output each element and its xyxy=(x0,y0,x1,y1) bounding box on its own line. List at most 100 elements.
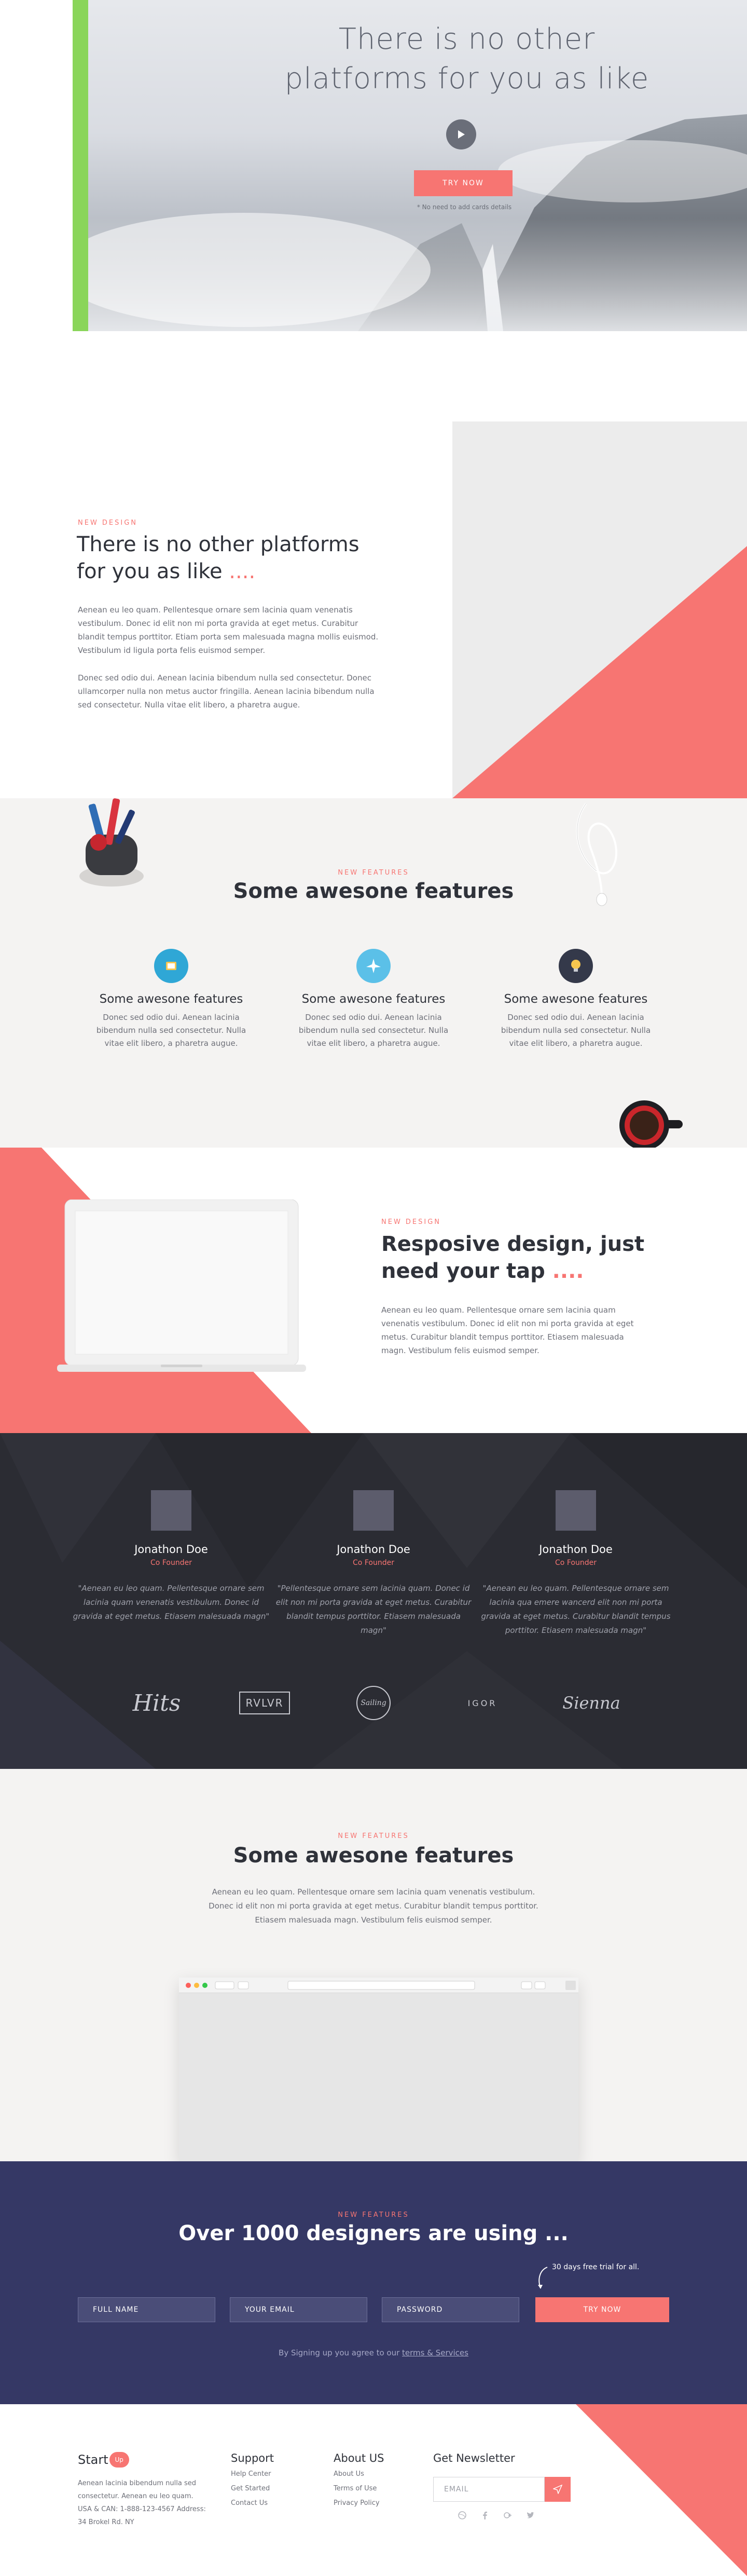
intro-graphic-panel xyxy=(452,421,747,798)
member-name: Jonathon Doe xyxy=(539,1543,613,1556)
footer-brand-logo[interactable]: Start Up xyxy=(78,2452,129,2468)
about-heading: About US xyxy=(334,2452,384,2464)
lightbulb-icon xyxy=(559,949,593,983)
hero-title: There is no other platforms for you as l… xyxy=(233,20,700,99)
avatar xyxy=(353,1490,394,1531)
team-section: Jonathon Doe Co Founder "Aenean eu leo q… xyxy=(0,1433,747,1769)
feature-name: Some awesone features xyxy=(504,992,648,1006)
password-field[interactable] xyxy=(382,2297,519,2322)
footer-section: Start Up Aenean lacinia bibendum nulla s… xyxy=(0,2404,747,2576)
responsive-section: NEW DESIGN Resposive design, just need y… xyxy=(0,1148,747,1433)
feature-desc: Donec sed odio dui. Aenean lacinia biben… xyxy=(96,1013,246,1048)
hero-accent-bar xyxy=(73,0,88,331)
layers-icon xyxy=(154,949,188,983)
features-tag: NEW FEATURES xyxy=(338,869,409,877)
facebook-icon[interactable] xyxy=(480,2511,490,2520)
responsive-tag: NEW DESIGN xyxy=(381,1218,441,1226)
features-title: Some awesone features xyxy=(233,879,514,903)
footer-about-column: About US About Us Terms of Use Privacy P… xyxy=(334,2452,384,2509)
member-name: Jonathon Doe xyxy=(337,1543,410,1556)
newsletter-submit-button[interactable] xyxy=(545,2477,571,2502)
signup-try-now-button[interactable]: TRY NOW xyxy=(535,2297,669,2322)
avatar xyxy=(556,1490,596,1531)
responsive-title-dots: .... xyxy=(552,1259,584,1283)
rvlvr-logo-text: RVLVR xyxy=(239,1692,290,1714)
play-icon xyxy=(458,130,465,139)
member-role: Co Founder xyxy=(353,1559,394,1567)
support-heading: Support xyxy=(231,2452,274,2464)
hits-logo: Hits xyxy=(132,1689,181,1716)
feature-item: Some awesone features Donec sed odio dui… xyxy=(280,949,467,1050)
footer-description: Aenean lacinia bibendum nulla sed consec… xyxy=(78,2479,206,2526)
full-name-field[interactable] xyxy=(78,2297,215,2322)
hero-note: * No need to add cards details xyxy=(417,203,512,211)
intro-section: NEW DESIGN There is no other platforms f… xyxy=(0,331,747,798)
brand-mark-text: Up xyxy=(115,2456,123,2463)
responsive-title-line-1: Resposive design, just xyxy=(381,1232,645,1256)
footer-link-terms[interactable]: Terms of Use xyxy=(334,2483,384,2495)
intro-tag: NEW DESIGN xyxy=(78,519,138,527)
features-section: NEW FEATURES Some awesone features Some … xyxy=(0,798,747,1148)
terms-prefix: By Signing up you agree to our xyxy=(279,2348,403,2357)
twitter-icon[interactable] xyxy=(526,2511,535,2520)
footer-link-help-center[interactable]: Help Center xyxy=(231,2469,274,2480)
member-quote: "Aenean eu leo quam. Pellentesque ornare… xyxy=(481,1584,671,1635)
intro-title: There is no other platforms for you as l… xyxy=(77,531,409,585)
hero-section: There is no other platforms for you as l… xyxy=(0,0,747,331)
hero-try-now-button[interactable]: TRY NOW xyxy=(414,170,513,196)
footer-support-column: Support Help Center Get Started Contact … xyxy=(231,2452,274,2509)
airplane-icon xyxy=(356,949,391,983)
sailing-logo-text: Sailing xyxy=(356,1686,391,1720)
feature-desc: Donec sed odio dui. Aenean lacinia biben… xyxy=(501,1013,651,1048)
coral-triangle xyxy=(452,546,747,798)
member-role: Co Founder xyxy=(555,1559,597,1567)
send-icon xyxy=(553,2485,562,2494)
footer-link-get-started[interactable]: Get Started xyxy=(231,2483,274,2495)
newsletter-heading: Get Newsletter xyxy=(433,2452,515,2464)
footer-coral-triangle xyxy=(576,2404,747,2576)
footer-link-contact-us[interactable]: Contact Us xyxy=(231,2498,274,2509)
feature-name: Some awesone features xyxy=(99,992,243,1006)
newsletter-email-field[interactable] xyxy=(433,2477,545,2502)
brand-mark-icon: Up xyxy=(109,2452,129,2468)
browser-mockup xyxy=(179,1978,578,2161)
team-member: Jonathon Doe Co Founder "Aenean eu leo q… xyxy=(477,1490,674,1638)
coffee-cup-photo xyxy=(619,1100,683,1148)
igor-logo: IGOR xyxy=(467,1698,497,1708)
hero-title-line-1: There is no other xyxy=(338,22,596,56)
member-name: Jonathon Doe xyxy=(134,1543,208,1556)
intro-paragraph-2: Donec sed odio dui. Aenean lacinia biben… xyxy=(78,673,375,710)
responsive-desc: Aenean eu leo quam. Pellentesque ornare … xyxy=(381,1305,634,1355)
footer-link-privacy[interactable]: Privacy Policy xyxy=(334,2498,384,2509)
member-role: Co Founder xyxy=(150,1559,192,1567)
hero-title-line-2: platforms for you as like xyxy=(284,62,649,96)
showcase-section: NEW FEATURES Some awesone features Aenea… xyxy=(0,1769,747,2161)
curved-arrow-icon xyxy=(538,2267,548,2289)
client-logos: Hits RVLVR Sailing IGOR Sienna xyxy=(0,1682,747,1724)
intro-title-line-1: There is no other platforms xyxy=(77,533,359,556)
trial-note: 30 days free trial for all. xyxy=(552,2263,640,2271)
team-member: Jonathon Doe Co Founder "Aenean eu leo q… xyxy=(73,1490,270,1624)
social-links xyxy=(458,2511,535,2520)
team-member: Jonathon Doe Co Founder "Pellentesque or… xyxy=(275,1490,472,1638)
signup-tag: NEW FEATURES xyxy=(338,2211,409,2219)
email-field[interactable] xyxy=(230,2297,367,2322)
member-quote: "Pellentesque ornare sem lacinia quam. D… xyxy=(275,1584,472,1635)
showcase-tag: NEW FEATURES xyxy=(338,1832,409,1840)
responsive-title-line-2: need your tap xyxy=(381,1259,545,1283)
terms-link[interactable]: terms & Services xyxy=(402,2348,468,2357)
terms-text: By Signing up you agree to our terms & S… xyxy=(0,2348,747,2357)
dribbble-icon[interactable] xyxy=(458,2511,467,2520)
feature-name: Some awesone features xyxy=(301,992,446,1006)
feature-desc: Donec sed odio dui. Aenean lacinia biben… xyxy=(298,1013,449,1048)
play-video-button[interactable] xyxy=(446,119,476,149)
signup-section: NEW FEATURES Over 1000 designers are usi… xyxy=(0,2161,747,2404)
laptop-mockup xyxy=(57,1200,306,1372)
member-quote: "Aenean eu leo quam. Pellentesque ornare… xyxy=(73,1584,270,1621)
browser-toolbar xyxy=(179,1978,578,1993)
footer-link-about-us[interactable]: About Us xyxy=(334,2469,384,2480)
google-plus-icon[interactable] xyxy=(503,2511,513,2520)
sailing-logo: Sailing xyxy=(332,1682,415,1724)
feature-item: Some awesone features Donec sed odio dui… xyxy=(482,949,669,1050)
showcase-desc: Aenean eu leo quam. Pellentesque ornare … xyxy=(209,1887,538,1925)
